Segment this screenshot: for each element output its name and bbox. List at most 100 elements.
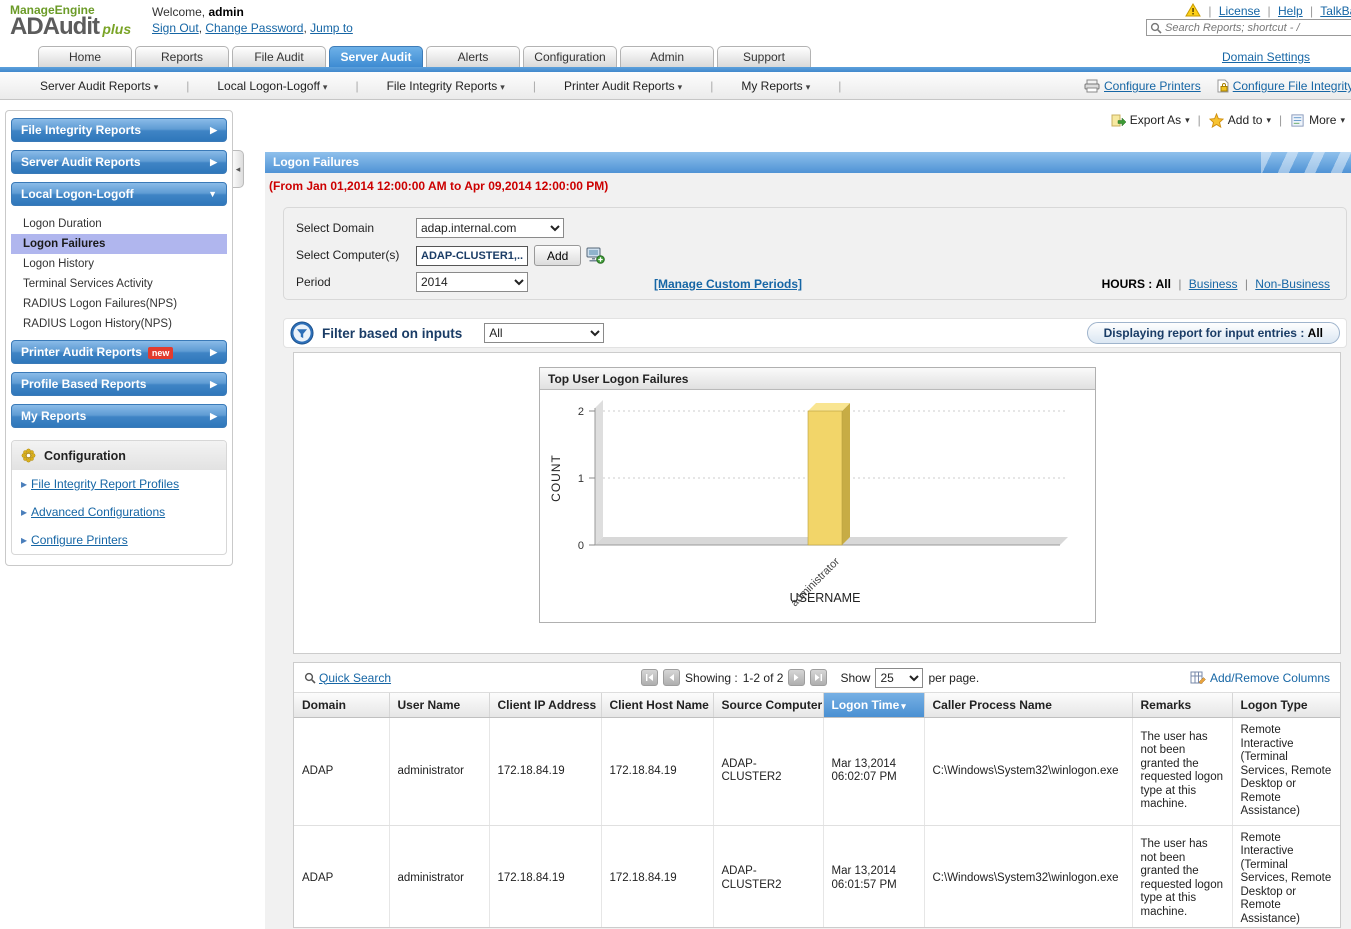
showing-range: 1-2 of 2 xyxy=(743,671,784,685)
first-page-button[interactable] xyxy=(641,669,658,686)
chevron-down-icon: ▾ xyxy=(154,82,159,92)
cell-domain: ADAP xyxy=(294,718,389,826)
quick-search[interactable]: Quick Search xyxy=(304,671,391,685)
column-header-logon-type[interactable]: Logon Type xyxy=(1232,693,1340,718)
separator: | xyxy=(533,79,536,93)
displaying-value: All xyxy=(1308,326,1323,340)
search-icon xyxy=(304,672,316,684)
sidebar-group-server-audit-reports[interactable]: Server Audit Reports ▶ xyxy=(11,150,227,174)
sidebar-item-radius-logon-history[interactable]: RADIUS Logon History(NPS) xyxy=(11,314,227,334)
previous-page-button[interactable] xyxy=(663,669,680,686)
tab-support[interactable]: Support xyxy=(717,46,811,67)
sidebar-group-my-reports[interactable]: My Reports ▶ xyxy=(11,404,227,428)
page-size-select[interactable]: 25 xyxy=(875,668,923,688)
separator: | xyxy=(1245,277,1248,291)
manage-custom-periods-link[interactable]: [Manage Custom Periods] xyxy=(654,277,802,291)
report-input-form: Select Domain adap.internal.com Select C… xyxy=(283,207,1347,300)
hours-business-link[interactable]: Business xyxy=(1189,277,1238,291)
search-input[interactable] xyxy=(1165,22,1351,34)
talkback-link[interactable]: TalkBack xyxy=(1320,4,1351,18)
username: admin xyxy=(208,5,243,19)
column-header-domain[interactable]: Domain xyxy=(294,693,389,718)
next-page-button[interactable] xyxy=(788,669,805,686)
sidebar-group-profile-based-reports[interactable]: Profile Based Reports ▶ xyxy=(11,372,227,396)
show-label: Show xyxy=(840,671,870,685)
arrow-right-icon: ▶ xyxy=(210,125,217,136)
subnav-printer-audit-reports[interactable]: Printer Audit Reports▾ xyxy=(564,79,682,93)
sidebar-item-radius-logon-failures[interactable]: RADIUS Logon Failures(NPS) xyxy=(11,294,227,314)
cell-logon-time: Mar 13,2014 06:02:07 PM xyxy=(823,718,924,826)
configure-file-integrity-link[interactable]: Configure File Integrity xyxy=(1233,79,1351,93)
main-content: Export As ▾ | Add to ▾ | More ▾ Logon Fa… xyxy=(265,100,1351,929)
change-password-link[interactable]: Change Password xyxy=(205,21,303,35)
column-header-logon-time[interactable]: Logon Time▾ xyxy=(823,693,924,718)
sign-out-link[interactable]: Sign Out xyxy=(152,21,199,35)
cell-logon-type: Remote Interactive (Terminal Services, R… xyxy=(1232,718,1340,826)
chevron-down-icon: ▾ xyxy=(323,82,328,92)
tab-configuration[interactable]: Configuration xyxy=(523,46,617,67)
arrow-right-icon: ▸ xyxy=(21,533,27,547)
arrow-right-icon: ▶ xyxy=(210,157,217,168)
sidebar-item-logon-duration[interactable]: Logon Duration xyxy=(11,214,227,234)
warning-icon[interactable] xyxy=(1185,3,1201,20)
column-header-client-ip[interactable]: Client IP Address xyxy=(489,693,601,718)
column-header-caller-process[interactable]: Caller Process Name xyxy=(924,693,1132,718)
separator: , xyxy=(303,21,306,35)
computers-input[interactable] xyxy=(416,246,528,266)
tab-file-audit[interactable]: File Audit xyxy=(232,46,326,67)
column-header-source-computer[interactable]: Source Computer xyxy=(713,693,823,718)
filter-select[interactable]: All xyxy=(484,323,604,343)
sidebar-item-terminal-services-activity[interactable]: Terminal Services Activity xyxy=(11,274,227,294)
subnav-my-reports[interactable]: My Reports▾ xyxy=(741,79,810,93)
tab-admin[interactable]: Admin xyxy=(620,46,714,67)
column-header-client-host[interactable]: Client Host Name xyxy=(601,693,713,718)
jump-to-link[interactable]: Jump to xyxy=(310,21,353,35)
tab-home[interactable]: Home xyxy=(38,46,132,67)
add-computer-icon[interactable] xyxy=(586,247,605,264)
tab-alerts[interactable]: Alerts xyxy=(426,46,520,67)
tab-server-audit[interactable]: Server Audit xyxy=(329,46,423,67)
chart-bar-front[interactable] xyxy=(808,411,842,545)
help-link[interactable]: Help xyxy=(1278,4,1303,18)
domain-select[interactable]: adap.internal.com xyxy=(416,218,564,238)
domain-settings-link[interactable]: Domain Settings xyxy=(1222,50,1310,64)
chart-bar-side xyxy=(842,403,850,545)
more-button[interactable]: More ▾ xyxy=(1290,113,1345,128)
sidebar-collapse-handle[interactable]: ◂ xyxy=(233,150,244,188)
table-row[interactable]: ADAP administrator 172.18.84.19 172.18.8… xyxy=(294,825,1340,928)
page-title: Logon Failures xyxy=(273,155,359,169)
cell-user-name: administrator xyxy=(389,718,489,826)
add-to-button[interactable]: Add to ▾ xyxy=(1209,113,1271,128)
configure-printers-link[interactable]: Configure Printers xyxy=(1104,79,1201,93)
export-as-button[interactable]: Export As ▾ xyxy=(1110,112,1190,128)
hours-non-business-link[interactable]: Non-Business xyxy=(1255,277,1330,291)
column-header-user-name[interactable]: User Name xyxy=(389,693,489,718)
separator: | xyxy=(1208,4,1211,18)
showing-label: Showing : xyxy=(685,671,738,685)
sidebar-item-logon-failures[interactable]: Logon Failures xyxy=(11,234,227,254)
column-header-remarks[interactable]: Remarks xyxy=(1132,693,1232,718)
welcome-label: Welcome, xyxy=(152,5,205,19)
add-computer-button[interactable]: Add xyxy=(534,245,581,266)
separator: | xyxy=(1268,4,1271,18)
tab-reports[interactable]: Reports xyxy=(135,46,229,67)
report-toolbar: Export As ▾ | Add to ▾ | More ▾ xyxy=(1110,112,1345,128)
sidebar-group-printer-audit-reports[interactable]: Printer Audit Reportsnew ▶ xyxy=(11,340,227,364)
add-remove-columns[interactable]: Add/Remove Columns xyxy=(1190,670,1330,686)
subnav-server-audit-reports[interactable]: Server Audit Reports▾ xyxy=(40,79,158,93)
sidebar-item-logon-history[interactable]: Logon History xyxy=(11,254,227,274)
table-row[interactable]: ADAP administrator 172.18.84.19 172.18.8… xyxy=(294,718,1340,826)
period-select[interactable]: 2014 xyxy=(416,272,528,292)
license-link[interactable]: License xyxy=(1219,4,1260,18)
subnav-file-integrity-reports[interactable]: File Integrity Reports▾ xyxy=(387,79,505,93)
config-link-configure-printers[interactable]: ▸Configure Printers xyxy=(12,526,226,554)
new-badge: new xyxy=(148,347,174,359)
subnav-local-logon-logoff[interactable]: Local Logon-Logoff▾ xyxy=(217,79,327,93)
config-link-file-integrity-report-profiles[interactable]: ▸File Integrity Report Profiles xyxy=(12,470,226,498)
hours-all[interactable]: All xyxy=(1156,277,1171,291)
last-page-button[interactable] xyxy=(810,669,827,686)
sidebar-group-local-logon-logoff[interactable]: Local Logon-Logoff ▼ xyxy=(11,182,227,206)
config-link-advanced-configurations[interactable]: ▸Advanced Configurations xyxy=(12,498,226,526)
sidebar-group-file-integrity-reports[interactable]: File Integrity Reports ▶ xyxy=(11,118,227,142)
welcome-block: Welcome, admin Sign Out, Change Password… xyxy=(152,4,353,36)
